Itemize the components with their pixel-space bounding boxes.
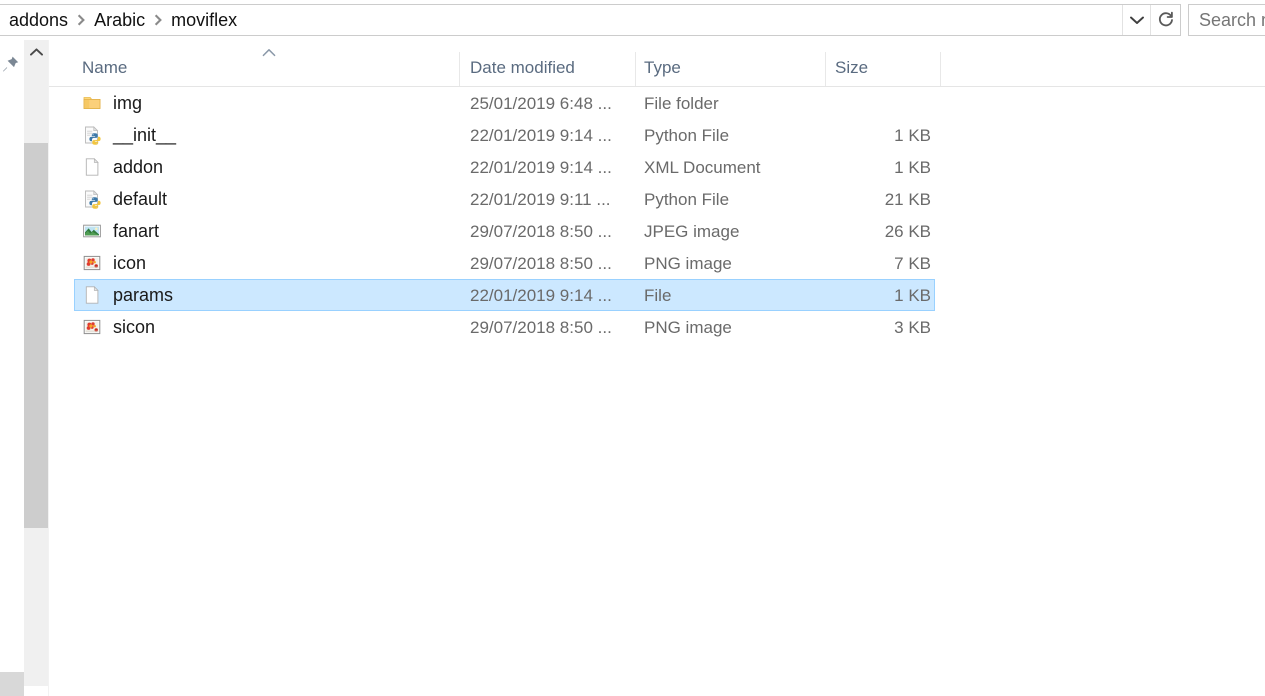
row-size-cell: 1 KB [894,285,931,305]
row-date-cell: 22/01/2019 9:14 ... [470,285,612,305]
chevron-up-icon[interactable] [24,40,48,64]
table-row[interactable]: params 22/01/2019 9:14 ... File 1 KB [49,279,1265,311]
row-name-cell[interactable]: default [74,183,167,215]
row-date-cell: 25/01/2019 6:48 ... [470,93,612,113]
navigation-pane-strip [0,40,24,696]
chevron-down-icon[interactable] [1122,5,1150,35]
breadcrumb-item-arabic[interactable]: Arabic [92,8,147,32]
chevron-right-icon[interactable] [147,14,169,26]
column-resize-handle-date[interactable] [635,52,636,86]
generic-file-icon [82,157,102,177]
breadcrumb-item-addons[interactable]: addons [7,8,70,32]
jpeg-image-icon [82,221,102,241]
breadcrumb-item-moviflex[interactable]: moviflex [169,8,239,32]
row-type-cell: File folder [644,93,719,113]
row-name-cell[interactable]: addon [74,151,163,183]
file-name: addon [113,157,164,177]
row-date-cell: 22/01/2019 9:11 ... [470,189,611,209]
column-header-size[interactable]: Size [835,48,868,87]
row-size-cell [745,87,931,119]
file-name: sicon [113,317,156,337]
search-input[interactable]: Search m [1188,4,1265,36]
column-header-type[interactable]: Type [644,48,681,87]
search-placeholder-text: Search m [1199,10,1265,30]
file-list-view: Name Date modified Type Size img 25/01/2… [49,40,1265,696]
table-row[interactable]: fanart 29/07/2018 8:50 ... JPEG image 26… [49,215,1265,247]
file-explorer-window: addons Arabic moviflex Search Name Date … [0,0,1265,696]
file-name: icon [113,253,147,273]
row-type-cell: PNG image [644,253,732,273]
navigation-pane-scrollbar[interactable] [24,40,48,686]
row-name-cell[interactable]: __init__ [74,119,176,151]
png-image-icon [82,253,102,273]
row-name-cell[interactable]: img [74,87,142,119]
address-bar[interactable]: addons Arabic moviflex [0,4,1181,36]
row-name-cell[interactable]: sicon [74,311,155,343]
row-type-cell: JPEG image [644,221,740,241]
file-rows: img 25/01/2019 6:48 ... File folder __in… [49,87,1265,343]
generic-file-icon [82,285,102,305]
explorer-toolbar: addons Arabic moviflex Search [0,0,1265,40]
table-row[interactable]: __init__ 22/01/2019 9:14 ... Python File… [49,119,1265,151]
row-type-cell: Python File [644,189,730,209]
column-header-date-modified[interactable]: Date modified [470,48,575,87]
table-row[interactable]: default 22/01/2019 9:11 ... Python File … [49,183,1265,215]
python-file-icon [82,189,102,209]
row-date-cell: 29/07/2018 8:50 ... [470,253,612,273]
file-name: params [113,285,174,305]
row-size-cell: 7 KB [894,253,931,273]
table-row[interactable]: sicon 29/07/2018 8:50 ... PNG image 3 KB [49,311,1265,343]
pin-icon[interactable] [2,55,20,73]
row-name-cell[interactable]: params [74,279,173,311]
row-size-cell: 21 KB [884,189,931,209]
row-date-cell: 29/07/2018 8:50 ... [470,317,612,337]
row-name-cell[interactable]: fanart [74,215,159,247]
row-type-cell: XML Document [644,157,761,177]
row-size-cell: 26 KB [884,221,931,241]
scrollbar-down-region[interactable] [0,672,24,696]
file-name: img [113,93,143,113]
table-row[interactable]: addon 22/01/2019 9:14 ... XML Document 1… [49,151,1265,183]
sort-ascending-icon [259,48,279,60]
row-date-cell: 22/01/2019 9:14 ... [470,157,612,177]
row-date-cell: 29/07/2018 8:50 ... [470,221,612,241]
breadcrumb: addons Arabic moviflex [0,5,1122,35]
file-name: fanart [113,221,160,241]
chevron-right-icon[interactable] [70,14,92,26]
refresh-icon[interactable] [1150,5,1180,35]
table-row[interactable]: img 25/01/2019 6:48 ... File folder [49,87,1265,119]
python-file-icon [82,125,102,145]
folder-icon [82,93,102,113]
row-type-cell: File [644,285,672,305]
row-size-cell: 1 KB [894,125,931,145]
row-size-cell: 1 KB [894,157,931,177]
column-resize-handle-type[interactable] [825,52,826,86]
column-resize-handle-name[interactable] [459,52,460,86]
column-header-name[interactable]: Name [74,48,127,87]
file-name: __init__ [113,125,177,145]
row-type-cell: Python File [644,125,730,145]
scrollbar-thumb[interactable] [24,143,48,528]
row-date-cell: 22/01/2019 9:14 ... [470,125,612,145]
column-resize-handle-size[interactable] [940,52,941,86]
row-type-cell: PNG image [644,317,732,337]
png-image-icon [82,317,102,337]
row-name-cell[interactable]: icon [74,247,146,279]
file-name: default [113,189,168,209]
row-size-cell: 3 KB [894,317,931,337]
table-row[interactable]: icon 29/07/2018 8:50 ... PNG image 7 KB [49,247,1265,279]
column-header-row: Name Date modified Type Size [49,48,1265,87]
